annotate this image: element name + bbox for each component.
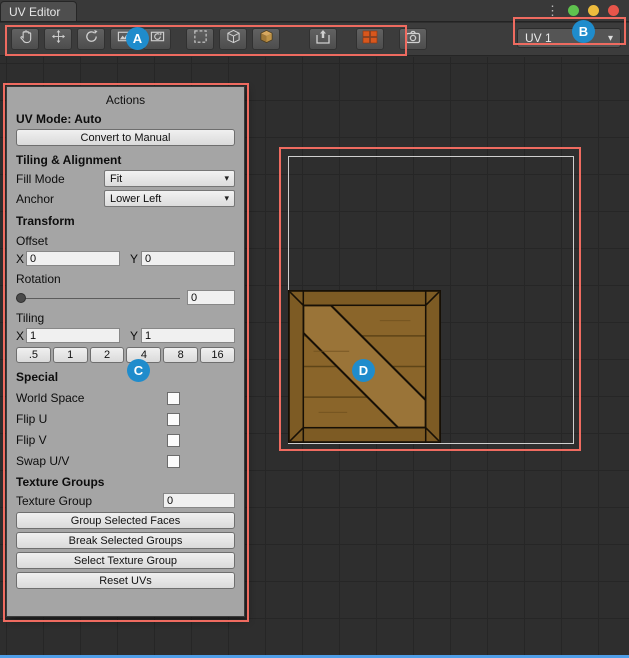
uv-channel-dropdown[interactable]: UV 1 ▾ <box>517 28 621 48</box>
chevron-down-icon: ▾ <box>608 33 613 44</box>
rotation-label: Rotation <box>16 272 235 286</box>
marquee-icon <box>193 29 208 49</box>
special-header: Special <box>16 370 235 384</box>
chevron-down-icon: ▾ <box>224 173 229 184</box>
transform-header: Transform <box>16 214 235 228</box>
bricks-icon <box>362 29 378 50</box>
screenshot-button[interactable] <box>399 28 427 50</box>
anchor-value: Lower Left <box>110 193 161 205</box>
convert-to-manual-button[interactable]: Convert to Manual <box>16 129 235 146</box>
world-space-label: World Space <box>16 391 167 405</box>
tab-uv-editor[interactable]: UV Editor <box>0 1 77 21</box>
uv-channel-value: UV 1 <box>525 31 552 45</box>
fill-mode-value: Fit <box>110 173 122 185</box>
pan-tool-button[interactable] <box>11 28 39 50</box>
slider-track <box>16 298 180 299</box>
anchor-label: Anchor <box>16 192 104 206</box>
render-uv-template-button[interactable] <box>356 28 384 50</box>
rotation-value-field[interactable]: 0 <box>187 290 235 305</box>
actions-panel: Actions UV Mode: Auto Convert to Manual … <box>6 86 245 617</box>
group-selected-faces-button[interactable]: Group Selected Faces <box>16 512 235 529</box>
tiling-label: Tiling <box>16 311 235 325</box>
hand-icon <box>18 29 33 49</box>
rotate-tool-button[interactable] <box>77 28 105 50</box>
texture-group-field[interactable]: 0 <box>163 493 235 508</box>
tiling-x-field[interactable]: 1 <box>26 328 120 343</box>
offset-y-label: Y <box>128 252 138 266</box>
tab-bar: UV Editor ⋮ <box>0 0 629 22</box>
slider-knob[interactable] <box>16 293 26 303</box>
camera-icon <box>405 29 421 50</box>
tiling-preset-half-button[interactable]: .5 <box>16 347 51 363</box>
chevron-down-icon: ▾ <box>224 193 229 204</box>
swap-uv-checkbox[interactable] <box>167 455 180 468</box>
world-space-checkbox[interactable] <box>167 392 180 405</box>
texture-groups-header: Texture Groups <box>16 475 235 489</box>
reset-uvs-button[interactable]: Reset UVs <box>16 572 235 589</box>
tiling-alignment-header: Tiling & Alignment <box>16 153 235 167</box>
image-rotate-icon <box>150 29 165 49</box>
break-selected-groups-button[interactable]: Break Selected Groups <box>16 532 235 549</box>
rect-select-mode-button[interactable] <box>186 28 214 50</box>
actions-panel-title: Actions <box>16 91 235 112</box>
tiling-preset-2-button[interactable]: 2 <box>90 347 125 363</box>
tiling-preset-16-button[interactable]: 16 <box>200 347 235 363</box>
select-texture-group-button[interactable]: Select Texture Group <box>16 552 235 569</box>
traffic-light-yellow-icon[interactable] <box>588 5 599 16</box>
cube-outline-icon <box>226 29 241 49</box>
tiling-preset-8-button[interactable]: 8 <box>163 347 198 363</box>
move-tool-button[interactable] <box>44 28 72 50</box>
fill-mode-label: Fill Mode <box>16 172 104 186</box>
offset-y-field[interactable]: 0 <box>141 251 235 266</box>
tiling-x-label: X <box>16 329 26 343</box>
traffic-light-green-icon[interactable] <box>568 5 579 16</box>
cube-filled-icon <box>259 29 274 49</box>
swap-uv-label: Swap U/V <box>16 454 167 468</box>
callout-badge-b: B <box>572 20 595 43</box>
uv-editor-window: UV Editor ⋮ <box>0 0 629 658</box>
callout-badge-d: D <box>352 359 375 382</box>
window-menu-icon[interactable]: ⋮ <box>546 4 559 17</box>
texture-group-label: Texture Group <box>16 494 163 508</box>
fill-mode-dropdown[interactable]: Fit ▾ <box>104 170 235 187</box>
box-arrow-up-icon <box>315 29 331 50</box>
move-arrows-icon <box>51 29 66 49</box>
offset-x-label: X <box>16 252 26 266</box>
tab-title: UV Editor <box>9 5 60 19</box>
offset-x-field[interactable]: 0 <box>26 251 120 266</box>
offset-label: Offset <box>16 234 235 248</box>
flip-u-label: Flip U <box>16 412 167 426</box>
uv-mode-label: UV Mode: Auto <box>16 112 235 126</box>
flip-u-checkbox[interactable] <box>167 413 180 426</box>
project-uv-button[interactable] <box>309 28 337 50</box>
traffic-light-red-icon[interactable] <box>608 5 619 16</box>
face-mode-button[interactable] <box>252 28 280 50</box>
tiling-preset-1-button[interactable]: 1 <box>53 347 88 363</box>
callout-badge-a: A <box>126 27 149 50</box>
element-mode-button[interactable] <box>219 28 247 50</box>
window-controls: ⋮ <box>546 0 629 21</box>
flip-v-label: Flip V <box>16 433 167 447</box>
callout-badge-c: C <box>127 359 150 382</box>
tiling-y-field[interactable]: 1 <box>141 328 235 343</box>
rotation-slider[interactable] <box>16 291 180 305</box>
flip-v-checkbox[interactable] <box>167 434 180 447</box>
anchor-dropdown[interactable]: Lower Left ▾ <box>104 190 235 207</box>
tiling-y-label: Y <box>128 329 138 343</box>
rotate-icon <box>84 29 99 49</box>
